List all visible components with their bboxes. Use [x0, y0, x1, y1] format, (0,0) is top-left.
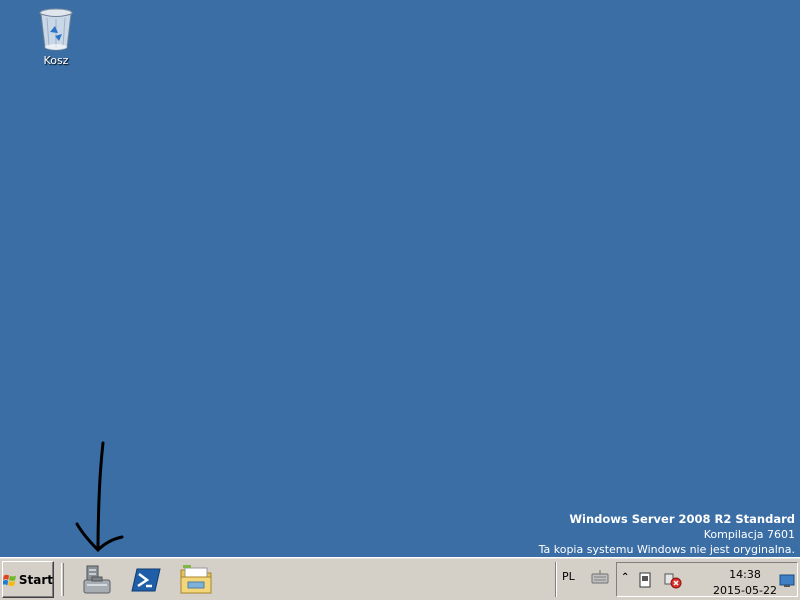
watermark-title: Windows Server 2008 R2 Standard — [569, 512, 795, 526]
desktop-icon-label: Kosz — [43, 54, 69, 67]
windows-logo-icon — [3, 574, 16, 586]
keyboard-icon[interactable] — [591, 570, 609, 584]
start-button[interactable]: Start — [2, 561, 54, 598]
desktop[interactable]: Kosz Windows Server 2008 R2 Standard Kom… — [0, 0, 800, 557]
language-indicator[interactable]: PL — [562, 570, 575, 583]
toolbar-grip[interactable] — [61, 563, 64, 596]
watermark-notice: Ta kopia systemu Windows nie jest orygin… — [538, 543, 795, 556]
network-disconnected-icon[interactable] — [663, 571, 683, 589]
desktop-icon-recycle-bin[interactable]: Kosz — [26, 6, 86, 74]
server-manager-icon — [83, 565, 111, 594]
clock-date: 2015-05-22 — [713, 584, 777, 597]
watermark-build: Kompilacja 7601 — [703, 528, 795, 541]
taskbar-powershell[interactable] — [128, 562, 164, 598]
taskbar-separator — [555, 562, 557, 597]
action-center-flag-icon[interactable] — [637, 571, 653, 589]
folder-icon — [180, 565, 212, 594]
hand-drawn-arrow — [75, 441, 124, 553]
taskbar-server-manager[interactable] — [79, 562, 115, 598]
taskbar: Start PL ⌃ 14:38 2015-05-22 — [0, 557, 800, 600]
notification-area: ⌃ 14:38 2015-05-22 — [616, 562, 798, 597]
show-desktop-icon[interactable] — [779, 574, 795, 588]
start-label: Start — [18, 572, 53, 587]
powershell-icon — [131, 568, 161, 592]
taskbar-windows-explorer[interactable] — [178, 562, 214, 598]
windows-watermark: Windows Server 2008 R2 Standard Kompilac… — [539, 512, 795, 557]
show-hidden-icons-chevron-icon[interactable]: ⌃ — [621, 572, 629, 583]
clock-time: 14:38 — [729, 568, 761, 581]
clock[interactable]: 14:38 2015-05-22 — [713, 567, 777, 599]
recycle-bin-icon — [39, 8, 73, 51]
